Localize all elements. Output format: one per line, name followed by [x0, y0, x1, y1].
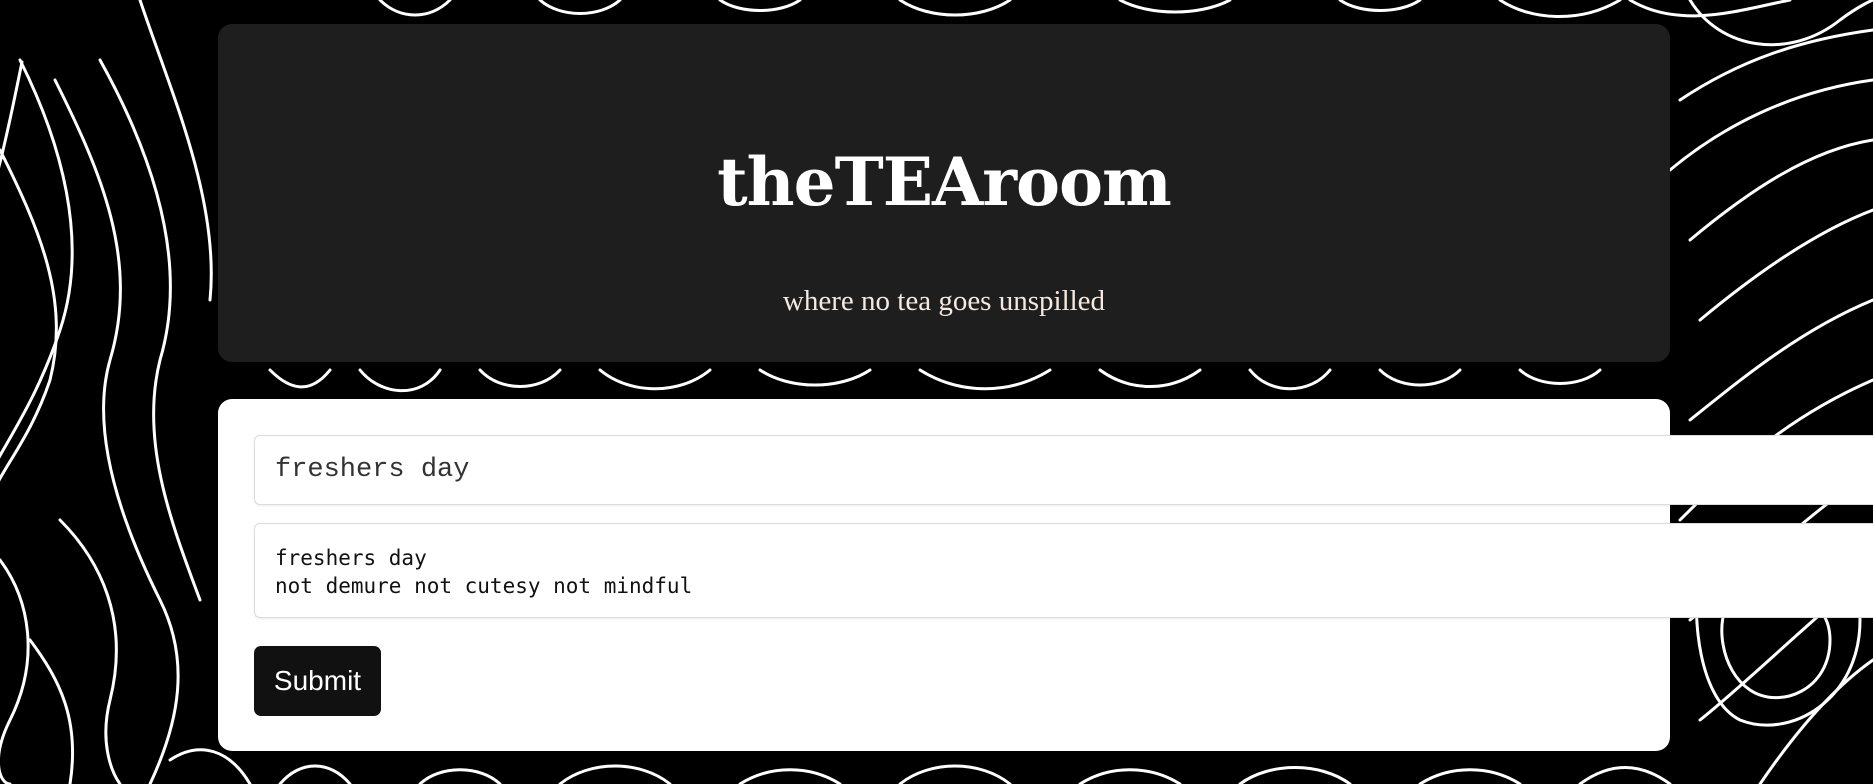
site-title: theTEAroom — [717, 143, 1172, 221]
header-card: theTEAroom where no tea goes unspilled — [218, 24, 1670, 362]
post-body-textarea[interactable]: freshers day not demure not cutesy not m… — [254, 523, 1873, 618]
post-form: freshers day not demure not cutesy not m… — [218, 399, 1873, 751]
post-title-input[interactable] — [254, 435, 1873, 505]
tagline: where no tea goes unspilled — [782, 285, 1106, 317]
submit-button[interactable]: Submit — [254, 646, 381, 716]
